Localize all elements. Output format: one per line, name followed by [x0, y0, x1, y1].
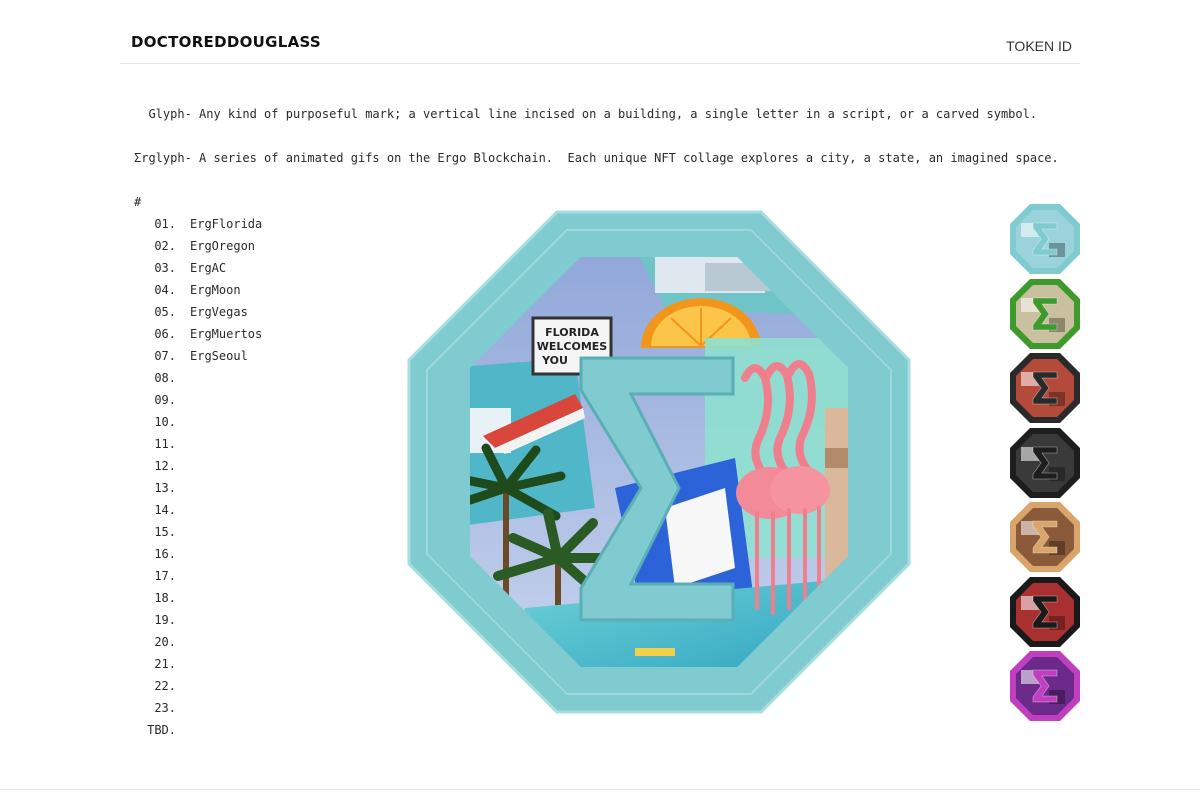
token-number: 18.: [154, 591, 176, 605]
token-list-item: 21.: [134, 656, 262, 678]
token-list-item[interactable]: 03. ErgAC: [134, 260, 262, 282]
token-list-item: 08.: [134, 370, 262, 392]
token-number: 11.: [154, 437, 176, 451]
token-list-item[interactable]: 05. ErgVegas: [134, 304, 262, 326]
token-list-item: 16.: [134, 546, 262, 568]
footer-divider: [0, 789, 1200, 790]
token-number: 02.: [154, 239, 176, 253]
token-list-item: 17.: [134, 568, 262, 590]
token-list-header: #: [134, 195, 142, 209]
thumbnail-ergflorida[interactable]: [1009, 203, 1081, 275]
token-id-link[interactable]: TOKEN ID: [1006, 38, 1072, 54]
thumbnail-ergvegas[interactable]: [1009, 501, 1081, 573]
token-number: 06.: [154, 327, 176, 341]
token-number: 15.: [154, 525, 176, 539]
token-list-item: 23.: [134, 700, 262, 722]
token-list-item: 18.: [134, 590, 262, 612]
svg-text:FLORIDA: FLORIDA: [545, 326, 599, 339]
site-header: DOCTOREDDOUGLASS TOKEN ID: [120, 0, 1080, 64]
thumbnail-ergmuertos[interactable]: [1009, 576, 1081, 648]
page: DOCTOREDDOUGLASS TOKEN ID Glyph- Any kin…: [0, 0, 1200, 800]
svg-text:WELCOMES: WELCOMES: [537, 340, 608, 353]
token-number: TBD.: [147, 723, 176, 737]
erglyph-definition: Σrglyph- A series of animated gifs on th…: [134, 151, 1059, 165]
token-list: 01. ErgFlorida 02. ErgOregon 03. ErgAC 04. ErgM…: [134, 216, 262, 744]
token-number: 08.: [154, 371, 176, 385]
token-number: 01.: [154, 217, 176, 231]
token-list-item[interactable]: 01. ErgFlorida: [134, 216, 262, 238]
token-number: 22.: [154, 679, 176, 693]
token-name[interactable]: ErgAC: [190, 260, 226, 282]
token-list-item: 12.: [134, 458, 262, 480]
thumbnail-ergoregon[interactable]: [1009, 278, 1081, 350]
token-name[interactable]: ErgOregon: [190, 238, 255, 260]
token-list-item: 10.: [134, 414, 262, 436]
token-list-item: 13.: [134, 480, 262, 502]
token-name[interactable]: ErgSeoul: [190, 348, 248, 370]
token-list-item: 20.: [134, 634, 262, 656]
token-number: 09.: [154, 393, 176, 407]
token-name[interactable]: ErgVegas: [190, 304, 248, 326]
token-number: 13.: [154, 481, 176, 495]
token-number: 10.: [154, 415, 176, 429]
token-list-item: 19.: [134, 612, 262, 634]
token-number: 19.: [154, 613, 176, 627]
token-number: 12.: [154, 459, 176, 473]
token-list-item: TBD.: [134, 722, 262, 744]
token-name[interactable]: ErgMuertos: [190, 326, 262, 348]
token-number: 05.: [154, 305, 176, 319]
token-number: 23.: [154, 701, 176, 715]
token-list-item: 14.: [134, 502, 262, 524]
token-number: 14.: [154, 503, 176, 517]
thumbnail-ergmoon[interactable]: [1009, 427, 1081, 499]
token-number: 04.: [154, 283, 176, 297]
token-number: 03.: [154, 261, 176, 275]
token-list-item: 22.: [134, 678, 262, 700]
token-list-item[interactable]: 02. ErgOregon: [134, 238, 262, 260]
token-number: 21.: [154, 657, 176, 671]
thumbnail-ergac[interactable]: [1009, 352, 1081, 424]
token-list-item: 15.: [134, 524, 262, 546]
token-number: 16.: [154, 547, 176, 561]
token-list-item: 09.: [134, 392, 262, 414]
token-list-item[interactable]: 04. ErgMoon: [134, 282, 262, 304]
site-logo[interactable]: DOCTOREDDOUGLASS: [131, 33, 321, 51]
token-number: 17.: [154, 569, 176, 583]
glyph-definition: Glyph- Any kind of purposeful mark; a ve…: [134, 107, 1038, 121]
token-list-item[interactable]: 07. ErgSeoul: [134, 348, 262, 370]
token-number: 07.: [154, 349, 176, 363]
token-list-item: 11.: [134, 436, 262, 458]
thumbnail-ergseoul[interactable]: [1009, 650, 1081, 722]
token-list-item[interactable]: 06. ErgMuertos: [134, 326, 262, 348]
token-name[interactable]: ErgMoon: [190, 282, 241, 304]
main-artwork: FLORIDA WELCOMES YOU: [407, 210, 911, 714]
token-name[interactable]: ErgFlorida: [190, 216, 262, 238]
svg-text:YOU: YOU: [541, 354, 568, 367]
token-number: 20.: [154, 635, 176, 649]
